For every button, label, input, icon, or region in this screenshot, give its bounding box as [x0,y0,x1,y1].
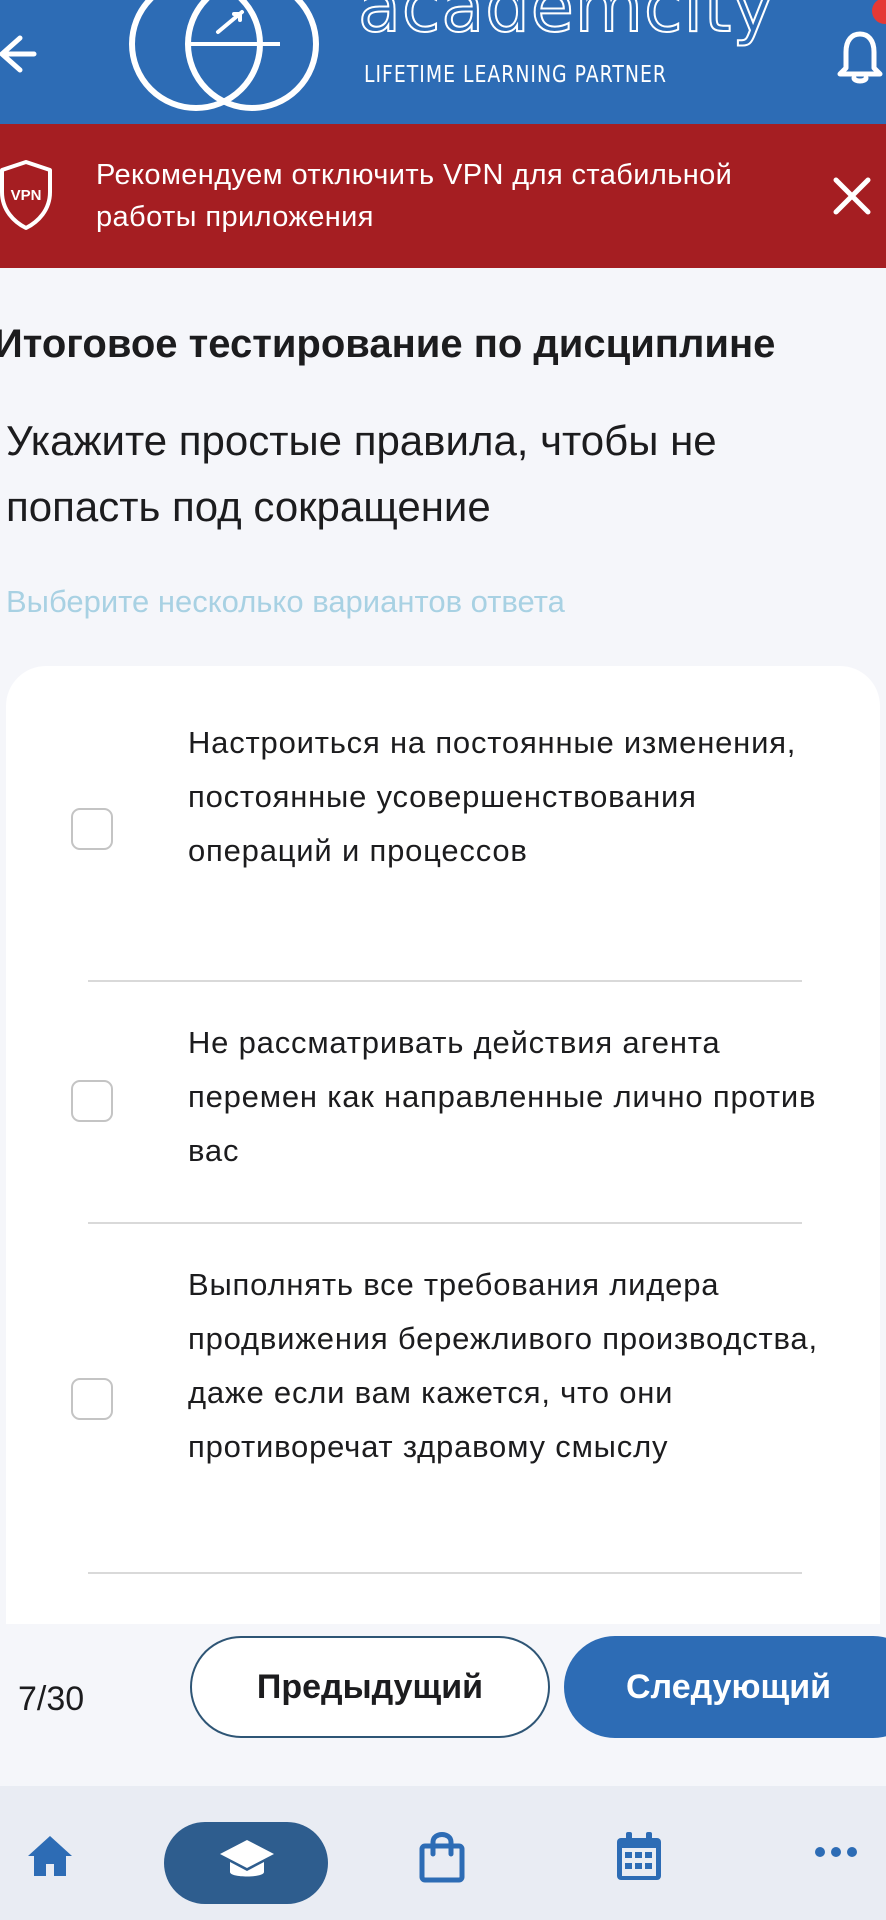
answer-option[interactable]: Не рассматривать действия агента перемен… [6,1016,880,1178]
vpn-warning-banner: VPN Рекомендуем отключить VPN для стабил… [0,124,886,268]
notification-dot [872,0,886,24]
previous-button[interactable]: Предыдущий [190,1636,550,1738]
divider [88,1572,802,1574]
brand-tagline: LIFETIME LEARNING PARTNER [364,62,667,88]
vpn-badge-text: VPN [11,187,42,204]
brand-wordmark: academcity [357,0,775,48]
bell-icon[interactable] [836,26,884,84]
back-button[interactable] [0,26,40,86]
question-counter: 7/30 [18,1680,85,1718]
vpn-shield-icon: VPN [0,160,52,230]
arrow-left-icon [0,35,37,73]
answer-option-label: Не рассматривать действия агента перемен… [188,1025,817,1168]
more-icon[interactable] [814,1844,858,1860]
answer-option[interactable]: Выполнять все требования лидера продвиже… [6,1258,880,1528]
shop-icon[interactable] [418,1830,466,1884]
answer-option-label: Выполнять все требования лидера продвиже… [188,1267,818,1464]
divider [88,980,802,982]
academcity-logo-icon [129,0,319,111]
next-button[interactable]: Следующий [564,1636,886,1738]
checkbox[interactable] [71,1378,113,1420]
answer-option[interactable]: Настроиться на постоянные изменения, пос… [6,716,880,932]
checkbox[interactable] [71,1080,113,1122]
checkbox[interactable] [71,808,113,850]
bottom-navigation [0,1786,886,1920]
question-text: Укажите простые правила, чтобы не попаст… [6,417,717,530]
courses-icon[interactable] [218,1838,276,1884]
vpn-warning-text: Рекомендуем отключить VPN для стабильной… [96,159,733,233]
question-pager: 7/30 Предыдущий Следующий [0,1624,886,1786]
answer-options-card: Настроиться на постоянные изменения, пос… [6,666,880,1766]
home-icon[interactable] [26,1834,74,1878]
close-icon[interactable] [832,176,872,216]
divider [88,1222,802,1224]
app-header: academcity LIFETIME LEARNING PARTNER [0,0,886,124]
answer-hint: Выберите несколько вариантов ответа [6,584,565,619]
answer-option-label: Настроиться на постоянные изменения, пос… [188,725,797,868]
test-title: Итоговое тестирование по дисциплине [0,322,776,366]
calendar-icon[interactable] [614,1830,664,1884]
